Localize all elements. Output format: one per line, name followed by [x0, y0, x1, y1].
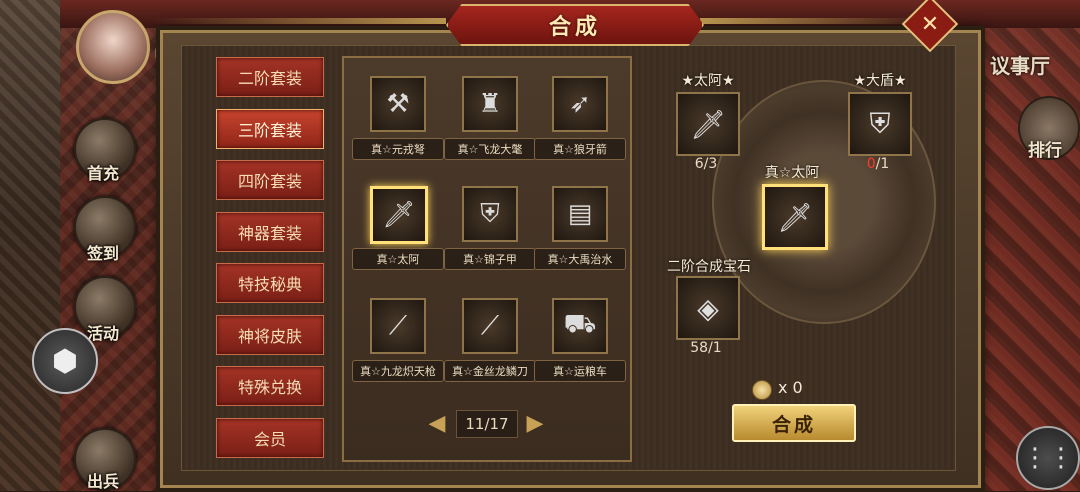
- item-cell[interactable]: ➶ 真☆狼牙箭: [534, 76, 626, 168]
- cloak-icon: ♜: [462, 76, 518, 132]
- crossbow-icon: ⚒: [370, 76, 426, 132]
- item-name: 真☆九龙炽天枪: [352, 360, 444, 382]
- item-cell[interactable]: ♜ 真☆飞龙大氅: [444, 76, 536, 168]
- material-2-name: ★大盾★: [853, 73, 907, 89]
- item-name: 真☆大禹治水: [534, 248, 626, 270]
- material-1-count: 6/3: [676, 156, 736, 172]
- sword-icon[interactable]: 🗡: [762, 184, 828, 250]
- material-2-need: /1: [875, 156, 890, 172]
- dialog-title: 合成: [548, 15, 601, 40]
- tab-tier2-set[interactable]: 二阶套装: [216, 57, 324, 97]
- item-name: 真☆锦子甲: [444, 248, 536, 270]
- prev-page-icon[interactable]: ◀: [424, 410, 450, 436]
- material-1-need: /3: [703, 156, 718, 172]
- sword-icon[interactable]: 🗡: [676, 92, 740, 156]
- ranking-label: 排行: [1028, 141, 1062, 161]
- menu-icon[interactable]: ⋮⋮: [1016, 426, 1080, 490]
- item-cell[interactable]: ⚒ 真☆元戎弩: [352, 76, 444, 168]
- tab-vip[interactable]: 会员: [216, 418, 324, 458]
- blade-icon: ⟋: [462, 298, 518, 354]
- cube-icon[interactable]: ⬢: [32, 328, 98, 394]
- page-indicator: 11/17: [456, 410, 518, 438]
- title-ornament-right: [700, 18, 930, 24]
- sign-in-label: 签到: [86, 244, 119, 263]
- tab-general-skin[interactable]: 神将皮肤: [216, 315, 324, 355]
- item-name: 真☆飞龙大氅: [444, 138, 536, 160]
- material-1-name: ★太阿★: [681, 73, 735, 89]
- dispatch-label: 出兵: [86, 472, 119, 491]
- item-cell-selected[interactable]: 🗡 真☆太阿: [352, 186, 444, 278]
- first-recharge-label: 首充: [86, 164, 119, 183]
- target-item-name: 真☆太阿: [764, 165, 820, 181]
- player-avatar[interactable]: [76, 10, 150, 84]
- close-icon[interactable]: ✕: [910, 4, 950, 44]
- item-cell[interactable]: ⟋ 真☆金丝龙鳞刀: [444, 298, 536, 390]
- gem-icon[interactable]: ◈: [676, 276, 740, 340]
- tab-artifact-set[interactable]: 神器套装: [216, 212, 324, 252]
- item-name: 真☆太阿: [352, 248, 444, 270]
- item-name: 真☆金丝龙鳞刀: [444, 360, 536, 382]
- title-ornament-left: [150, 18, 446, 24]
- council-hall-label[interactable]: 议事厅: [990, 50, 1050, 79]
- material-1-have: 6: [694, 156, 704, 172]
- tab-tier3-set[interactable]: 三阶套装: [216, 109, 324, 149]
- coin-count: x 0: [778, 378, 803, 397]
- sword-icon: 🗡: [370, 186, 428, 244]
- cart-icon: ⛟: [552, 298, 608, 354]
- material-2-count: 0/1: [848, 156, 908, 172]
- next-page-icon[interactable]: ▶: [522, 410, 548, 436]
- tab-skill-manual[interactable]: 特技秘典: [216, 263, 324, 303]
- item-cell[interactable]: ▤ 真☆大禹治水: [534, 186, 626, 278]
- coin-icon: [752, 380, 772, 400]
- item-cell[interactable]: ⛨ 真☆锦子甲: [444, 186, 536, 278]
- item-name: 真☆运粮车: [534, 360, 626, 382]
- shield-icon[interactable]: ⛨: [848, 92, 912, 156]
- tab-special-exchange[interactable]: 特殊兑换: [216, 366, 324, 406]
- spear-icon: ⟋: [370, 298, 426, 354]
- pager: ◀ 11/17 ▶: [424, 408, 548, 438]
- material-2-have: 0: [866, 156, 876, 172]
- item-cell[interactable]: ⟋ 真☆九龙炽天枪: [352, 298, 444, 390]
- tab-tier4-set[interactable]: 四阶套装: [216, 160, 324, 200]
- item-name: 真☆元戎弩: [352, 138, 444, 160]
- item-name: 真☆狼牙箭: [534, 138, 626, 160]
- dialog-title-bar: 合成: [446, 4, 704, 46]
- arrow-icon: ➶: [552, 76, 608, 132]
- item-cell[interactable]: ⛟ 真☆运粮车: [534, 298, 626, 390]
- scroll-icon: ▤: [552, 186, 608, 242]
- gem-count: 58/1: [690, 340, 722, 356]
- gem-name: 二阶合成宝石: [667, 259, 751, 275]
- synthesize-button[interactable]: 合成: [732, 404, 856, 442]
- armor-icon: ⛨: [462, 186, 518, 242]
